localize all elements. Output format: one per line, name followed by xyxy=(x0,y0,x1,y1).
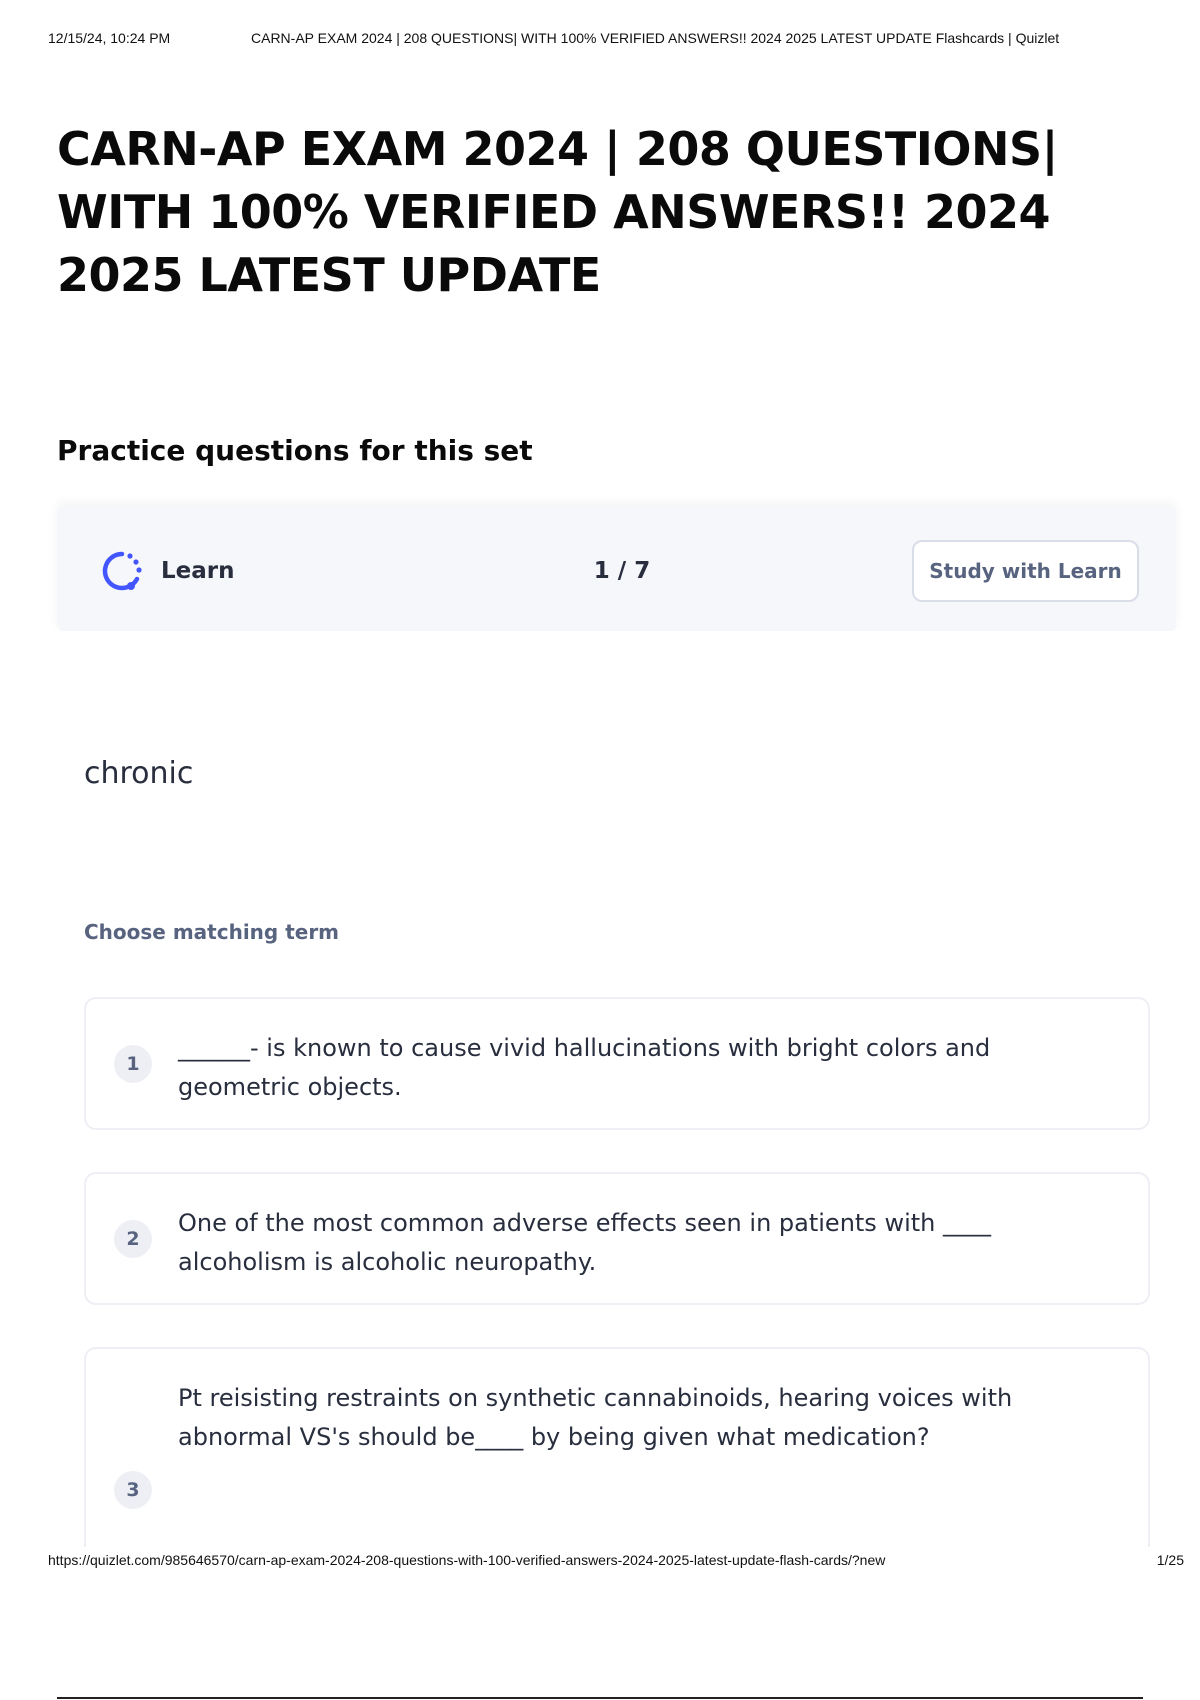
answer-option-2[interactable]: 2 One of the most common adverse effects… xyxy=(84,1172,1150,1305)
option-text: ______- is known to cause vivid hallucin… xyxy=(178,1034,991,1101)
question-progress: 1 / 7 xyxy=(593,558,651,584)
divider xyxy=(57,1697,1143,1699)
option-text: Pt reisisting restraints on synthetic ca… xyxy=(178,1384,1013,1451)
print-page-number: 1/25 xyxy=(1156,1552,1184,1568)
option-number-badge: 3 xyxy=(114,1471,152,1509)
answer-option-3[interactable]: 3 Pt reisisting restraints on synthetic … xyxy=(84,1347,1150,1547)
option-number-badge: 2 xyxy=(114,1220,152,1258)
print-datetime: 12/15/24, 10:24 PM xyxy=(48,30,171,46)
option-text: One of the most common adverse effects s… xyxy=(178,1209,991,1276)
study-with-learn-button[interactable]: Study with Learn xyxy=(912,540,1139,602)
prompt-term: chronic xyxy=(84,756,194,791)
section-heading: Practice questions for this set xyxy=(57,434,533,467)
choose-matching-label: Choose matching term xyxy=(84,920,340,944)
option-number-badge: 1 xyxy=(114,1045,152,1083)
answer-option-1[interactable]: 1 ______- is known to cause vivid halluc… xyxy=(84,997,1150,1130)
print-url: https://quizlet.com/985646570/carn-ap-ex… xyxy=(48,1552,886,1568)
learn-progress-icon xyxy=(99,548,145,594)
learn-bar: Learn 1 / 7 Study with Learn xyxy=(57,506,1176,631)
page-title: CARN-AP EXAM 2024 | 208 QUESTIONS| WITH … xyxy=(57,122,1058,302)
print-document-title: CARN-AP EXAM 2024 | 208 QUESTIONS| WITH … xyxy=(251,30,1060,46)
learn-label: Learn xyxy=(161,558,235,584)
